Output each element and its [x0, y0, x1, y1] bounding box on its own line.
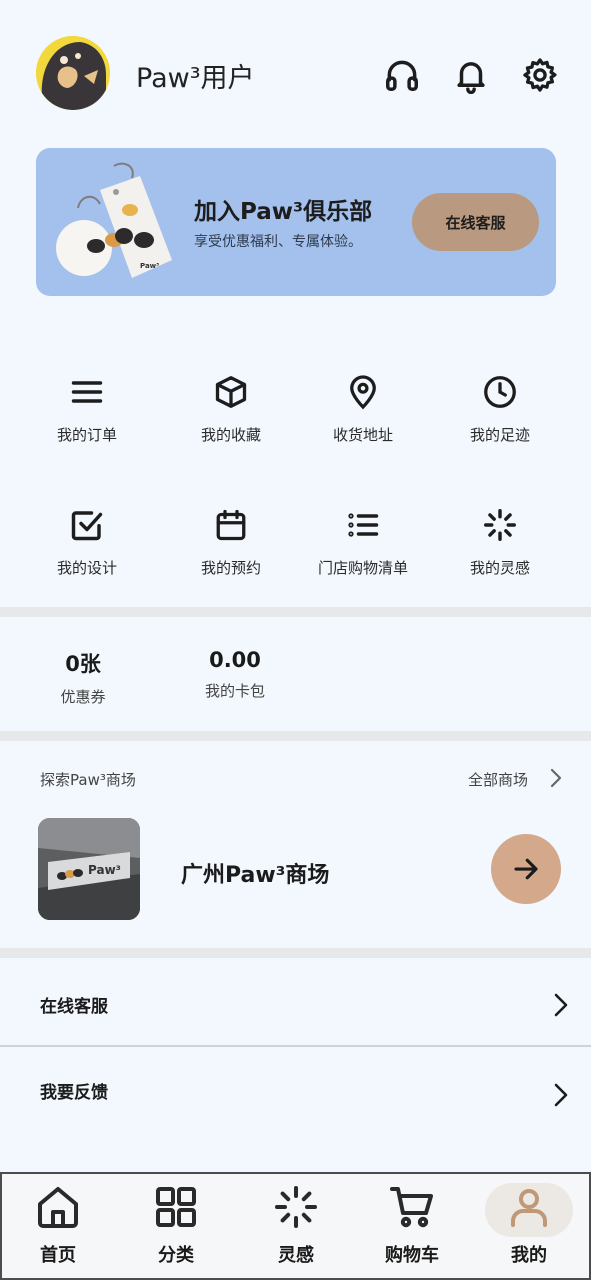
grid-label: 我的订单 — [56, 426, 117, 444]
banner-subtitle: 享受优惠福利、专属体验。 — [194, 234, 362, 250]
svg-text:Paw³: Paw³ — [140, 262, 159, 270]
grid-item-address[interactable]: 收货地址 — [293, 374, 433, 445]
mall-name[interactable]: 广州Paw³商场 — [181, 857, 329, 889]
grid-item-store-shopping-list[interactable]: 门店购物清单 — [293, 507, 433, 578]
grid-label: 我的预约 — [200, 559, 261, 577]
section-divider — [0, 948, 591, 958]
grid-label: 我的灵感 — [469, 559, 530, 577]
coupons-stat[interactable]: 0张 优惠券 — [23, 648, 143, 707]
mall-go-button[interactable] — [491, 834, 561, 904]
chevron-right-icon[interactable] — [546, 767, 566, 789]
list-icon — [348, 513, 379, 537]
section-divider — [0, 607, 591, 617]
settings-icon[interactable] — [521, 56, 559, 94]
tag-illustration: Paw³ — [56, 160, 176, 286]
headset-icon[interactable] — [383, 56, 421, 94]
row-online-service[interactable]: 在线客服 — [40, 992, 108, 1017]
checkbox-icon — [71, 511, 103, 541]
arrow-right-icon — [514, 858, 538, 880]
home-icon — [38, 1187, 78, 1228]
online-service-button[interactable]: 在线客服 — [412, 193, 539, 251]
sparkle-loader-icon — [275, 1186, 317, 1228]
coupons-label: 优惠券 — [60, 688, 106, 706]
grid-label: 我的收藏 — [200, 426, 261, 444]
grid-item-appointments[interactable]: 我的预约 — [161, 507, 301, 578]
grid-label: 收货地址 — [332, 426, 393, 444]
calendar-icon — [216, 509, 246, 541]
explore-mall-title: 探索Paw³商场 — [40, 771, 136, 789]
card-wallet-value: 0.00 — [209, 648, 261, 672]
user-icon — [511, 1189, 547, 1227]
banner-title: 加入Paw³俱乐部 — [194, 199, 373, 225]
grid-label: 我的设计 — [56, 559, 117, 577]
nav-cart[interactable]: 购物车 — [357, 1183, 467, 1267]
row-feedback[interactable]: 我要反馈 — [40, 1078, 108, 1103]
username: Paw³用户 — [136, 63, 255, 94]
grid-item-favorites[interactable]: 我的收藏 — [161, 374, 301, 445]
row-divider — [0, 1045, 591, 1047]
bell-icon[interactable] — [452, 56, 490, 95]
grid-item-history[interactable]: 我的足迹 — [430, 374, 570, 445]
grid-label: 门店购物清单 — [317, 559, 408, 577]
card-wallet-stat[interactable]: 0.00 我的卡包 — [175, 648, 295, 701]
loader-icon — [484, 509, 516, 541]
nav-label: 首页 — [40, 1245, 76, 1266]
section-divider — [0, 731, 591, 741]
chevron-right-icon[interactable] — [548, 1082, 574, 1108]
grid-icon — [156, 1187, 196, 1227]
menu-icon — [71, 381, 103, 403]
avatar-dog-icon — [36, 36, 110, 110]
mall-thumbnail[interactable]: Paw³ — [38, 818, 140, 920]
clock-icon — [484, 376, 516, 408]
card-wallet-label: 我的卡包 — [204, 682, 265, 700]
nav-profile[interactable]: 我的 — [474, 1183, 584, 1267]
grid-item-orders[interactable]: 我的订单 — [17, 374, 157, 445]
box-icon — [215, 376, 247, 408]
all-malls-link[interactable]: 全部商场 — [468, 769, 528, 790]
nav-inspiration[interactable]: 灵感 — [241, 1183, 351, 1267]
svg-text:Paw³: Paw³ — [88, 863, 121, 877]
grid-item-inspiration[interactable]: 我的灵感 — [430, 507, 570, 578]
coupons-value: 0张 — [65, 652, 101, 676]
grid-label: 我的足迹 — [469, 426, 530, 444]
nav-categories[interactable]: 分类 — [121, 1183, 231, 1267]
nav-label: 购物车 — [385, 1245, 439, 1266]
nav-label: 灵感 — [278, 1245, 314, 1266]
nav-label: 分类 — [158, 1245, 194, 1266]
avatar[interactable] — [36, 36, 110, 110]
cart-icon — [390, 1187, 433, 1228]
location-pin-icon — [350, 375, 376, 410]
nav-home[interactable]: 首页 — [3, 1183, 113, 1267]
chevron-right-icon[interactable] — [548, 992, 574, 1018]
nav-label: 我的 — [511, 1245, 547, 1266]
grid-item-designs[interactable]: 我的设计 — [17, 507, 157, 578]
